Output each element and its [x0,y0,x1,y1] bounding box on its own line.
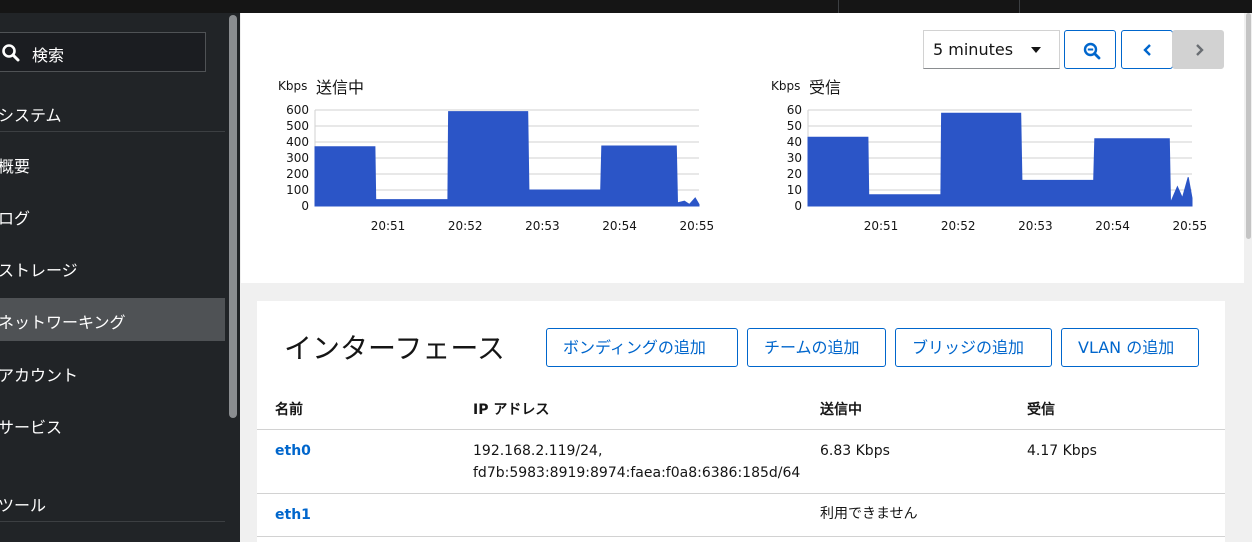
main-content: 5 minutes Kbps 送信中 0 100 200 300 400 500 600 20… [240,13,1252,542]
add-vlan-button[interactable]: VLAN の追加 [1061,328,1199,367]
add-bond-button[interactable]: ボンディングの追加 [546,328,738,367]
column-header-ip[interactable]: IP アドレス [473,399,549,419]
column-header-sending[interactable]: 送信中 [820,399,862,419]
top-bar [0,0,1252,13]
sidebar-item-label: ログ [0,209,31,228]
network-graphs-card: 5 minutes Kbps 送信中 0 100 200 300 400 500 600 20… [241,13,1244,283]
chevron-left-icon [1143,44,1151,56]
zoom-out-button[interactable] [1064,30,1116,69]
receiving-rate: 4.17 Kbps [1027,443,1097,459]
y-tick-label: 0 [301,199,309,213]
sidebar-item-label: 概要 [0,157,31,176]
search-icon [1,43,21,67]
previous-button[interactable] [1121,30,1173,69]
y-tick-label: 30 [787,151,802,165]
x-tick-label: 20:53 [525,219,560,233]
ip-address: 192.168.2.119/24, [473,443,603,459]
next-button[interactable] [1172,30,1224,69]
interface-name-link[interactable]: eth0 [275,440,311,463]
x-tick-label: 20:53 [1018,219,1053,233]
search-box[interactable]: 検索 [0,32,206,72]
sidebar-item-logs[interactable]: ログ [0,194,225,234]
sidebar-item-accounts[interactable]: アカウント [0,351,225,391]
sidebar-item-label: サービス [0,418,63,437]
sidebar-scrollbar-thumb[interactable] [229,15,237,418]
x-tick-label: 20:51 [371,219,406,233]
receiving-chart: 0 10 20 30 40 50 60 20:51 20:52 20:53 20:54 20:55 [787,103,1208,233]
sidebar-item-label: ストレージ [0,261,78,280]
x-tick-label: 20:54 [602,219,637,233]
table-row-divider [257,493,1225,494]
add-bridge-button[interactable]: ブリッジの追加 [895,328,1052,367]
top-bar-divider [838,0,839,13]
sidebar-divider [0,521,225,522]
interface-name-link[interactable]: eth1 [275,504,311,527]
y-tick-label: 60 [787,103,802,117]
x-tick-label: 20:55 [1173,219,1208,233]
table-header-divider [257,429,1225,430]
column-header-name[interactable]: 名前 [275,399,303,419]
y-tick-label: 200 [286,167,309,181]
x-tick-label: 20:55 [680,219,715,233]
sending-rate: 6.83 Kbps [820,443,890,459]
sidebar-item-tools[interactable]: ツール [0,481,225,521]
search-label: 検索 [32,46,65,65]
sending-chart-title: 送信中 [316,78,365,97]
table-row-divider [257,536,1225,537]
zoom-out-icon [1083,42,1101,60]
main-scrollbar[interactable] [1244,13,1252,542]
sending-chart: 0 100 200 300 400 500 600 20:51 20:52 20:53 20:54 2… [286,103,715,233]
x-tick-label: 20:51 [864,219,899,233]
y-tick-label: 300 [286,151,309,165]
sidebar-item-storage[interactable]: ストレージ [0,246,225,286]
interfaces-title: インターフェース [284,332,505,365]
time-range-select[interactable]: 5 minutes [923,30,1060,69]
interfaces-card: インターフェース ボンディングの追加 チームの追加 ブリッジの追加 VLAN の… [257,301,1225,542]
sidebar: 検索 システム 概要 ログ ストレージ ネットワーキング アカウント サービス … [0,13,240,542]
chevron-right-icon [1196,44,1204,56]
y-tick-label: 600 [286,103,309,117]
sending-chart-unit: Kbps [278,79,308,93]
sidebar-item-services[interactable]: サービス [0,403,225,443]
receiving-chart-unit: Kbps [771,79,801,93]
sidebar-item-system[interactable]: システム [0,91,225,131]
interface-status: 利用できません [820,506,918,522]
sidebar-item-label: システム [0,106,62,125]
x-tick-label: 20:54 [1095,219,1130,233]
sidebar-item-networking[interactable]: ネットワーキング [0,298,225,341]
y-tick-label: 20 [787,167,802,181]
column-header-receiving[interactable]: 受信 [1027,399,1055,419]
time-range-value: 5 minutes [933,40,1014,59]
sidebar-item-label: ネットワーキング [0,313,126,332]
y-tick-label: 0 [794,199,802,213]
data-series-area [807,112,1193,207]
x-tick-label: 20:52 [941,219,976,233]
x-tick-label: 20:52 [448,219,483,233]
sidebar-item-label: アカウント [0,366,79,385]
y-tick-label: 400 [286,135,309,149]
receiving-chart-title: 受信 [809,78,842,97]
ip-address: fd7b:5983:8919:8974:faea:f0a8:6386:185d/… [473,465,801,481]
main-scrollbar-thumb[interactable] [1246,13,1251,239]
y-tick-label: 10 [787,183,802,197]
y-tick-label: 100 [286,183,309,197]
y-tick-label: 40 [787,135,802,149]
y-tick-label: 50 [787,119,802,133]
caret-down-icon [1031,47,1041,53]
sidebar-item-overview[interactable]: 概要 [0,142,225,182]
sidebar-item-label: ツール [0,496,47,515]
sidebar-divider [0,131,225,132]
add-team-button[interactable]: チームの追加 [747,328,886,367]
y-tick-label: 500 [286,119,309,133]
top-bar-divider [1019,0,1020,13]
